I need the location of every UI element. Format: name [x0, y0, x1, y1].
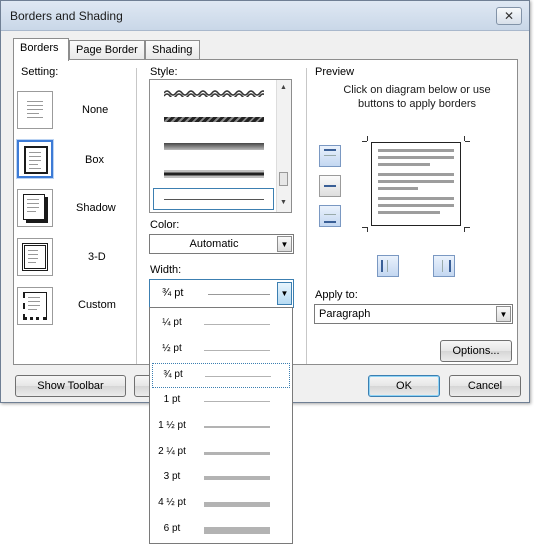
style-scrollbar[interactable]: ▲ ▼: [276, 80, 291, 212]
close-icon: ✕: [503, 9, 515, 23]
width-option-line: [204, 526, 270, 534]
tab-shading[interactable]: Shading: [145, 40, 200, 60]
width-option-line: [204, 349, 270, 351]
color-value: Automatic: [189, 238, 239, 250]
scroll-up-icon[interactable]: ▲: [280, 84, 287, 91]
width-option-label: 4 ½ pt: [158, 496, 186, 508]
style-dash-dot-line[interactable]: [164, 117, 264, 122]
width-option-line: [204, 401, 270, 403]
width-option-label: 6 pt: [163, 522, 181, 534]
right-border-button[interactable]: [433, 255, 455, 277]
cancel-button[interactable]: Cancel: [449, 375, 521, 397]
style-gradient-line[interactable]: [164, 143, 264, 150]
left-border-button[interactable]: [377, 255, 399, 277]
setting-box-label[interactable]: Box: [85, 154, 104, 166]
title-bar[interactable]: Borders and Shading ✕: [1, 1, 529, 31]
preview-diagram[interactable]: [371, 142, 461, 226]
width-option-item[interactable]: 3 pt: [152, 466, 290, 491]
tab-page-border[interactable]: Page Border: [69, 40, 145, 60]
setting-custom-label[interactable]: Custom: [78, 299, 116, 311]
width-option-item[interactable]: ½ pt: [152, 338, 290, 363]
top-border-button[interactable]: [319, 145, 341, 167]
width-option-label: ½ pt: [162, 342, 182, 354]
style-label: Style:: [150, 66, 178, 78]
setting-3d-icon[interactable]: [17, 238, 53, 276]
width-option-line: [204, 324, 270, 325]
color-label: Color:: [150, 219, 180, 231]
apply-to-value: Paragraph: [319, 308, 371, 320]
width-value: ¾ pt: [162, 287, 184, 299]
dialog-title: Borders and Shading: [10, 9, 123, 23]
style-list[interactable]: ▲ ▼: [149, 79, 292, 213]
width-option-label: 2 ¼ pt: [158, 445, 186, 457]
scroll-thumb[interactable]: [279, 172, 288, 186]
preview-label: Preview: [315, 66, 355, 78]
width-label: Width:: [150, 264, 182, 276]
width-option-item[interactable]: 4 ½ pt: [152, 492, 290, 517]
width-combo[interactable]: ¾ pt ▼: [149, 279, 294, 308]
setting-label: Setting:: [21, 66, 59, 78]
width-value-line: [208, 294, 270, 295]
divider: [306, 68, 307, 364]
width-option-line: [204, 501, 270, 507]
setting-custom-icon[interactable]: [17, 287, 53, 325]
show-toolbar-button[interactable]: Show Toolbar: [15, 375, 126, 397]
inside-horizontal-border-button[interactable]: [319, 175, 341, 197]
options-button[interactable]: Options...: [440, 340, 512, 362]
setting-none-label[interactable]: None: [82, 104, 108, 116]
ok-button[interactable]: OK: [368, 375, 440, 397]
width-option-item[interactable]: 1 ½ pt: [152, 415, 290, 440]
chevron-down-icon[interactable]: ▼: [277, 282, 292, 305]
style-wave-line[interactable]: [164, 89, 264, 97]
setting-none-icon[interactable]: [17, 91, 53, 129]
width-option-line: [204, 451, 270, 455]
width-option-item[interactable]: ¾ pt: [152, 363, 290, 389]
width-option-line: [204, 476, 270, 481]
width-option-item[interactable]: 1 pt: [152, 389, 290, 414]
width-option-label: ¾ pt: [163, 369, 183, 381]
chevron-down-icon[interactable]: ▼: [496, 306, 511, 322]
apply-to-combo[interactable]: Paragraph ▼: [314, 304, 513, 324]
width-option-label: ¼ pt: [162, 317, 182, 328]
color-combo[interactable]: Automatic ▼: [149, 234, 294, 254]
width-option-line: [205, 376, 271, 378]
setting-3d-label[interactable]: 3-D: [88, 251, 106, 263]
width-dropdown-list[interactable]: ¼ pt ½ pt ¾ pt 1 pt 1 ½ pt 2 ¼ pt 3 pt 4 ½ pt 6 …: [149, 307, 293, 544]
width-option-item[interactable]: 2 ¼ pt: [152, 441, 290, 466]
style-selected-item[interactable]: [153, 188, 274, 210]
width-option-line: [204, 425, 270, 428]
width-option-label: 1 pt: [163, 394, 181, 406]
width-option-label: 1 ½ pt: [158, 419, 186, 431]
scroll-down-icon[interactable]: ▼: [280, 199, 287, 206]
setting-shadow-icon[interactable]: [17, 189, 53, 227]
close-button[interactable]: ✕: [496, 7, 522, 25]
width-option-item[interactable]: ¼ pt: [152, 312, 290, 337]
preview-instructions: Click on diagram below or use buttons to…: [343, 84, 491, 110]
width-option-item[interactable]: 6 pt: [152, 518, 290, 543]
tab-borders[interactable]: Borders: [13, 38, 69, 61]
divider: [136, 68, 137, 364]
bottom-border-button[interactable]: [319, 205, 341, 227]
setting-shadow-label[interactable]: Shadow: [76, 202, 116, 214]
chevron-down-icon[interactable]: ▼: [277, 236, 292, 252]
width-option-label: 3 pt: [163, 471, 181, 483]
setting-box-icon[interactable]: [17, 140, 53, 178]
apply-to-label: Apply to:: [315, 289, 358, 301]
style-emboss-line[interactable]: [164, 170, 264, 178]
